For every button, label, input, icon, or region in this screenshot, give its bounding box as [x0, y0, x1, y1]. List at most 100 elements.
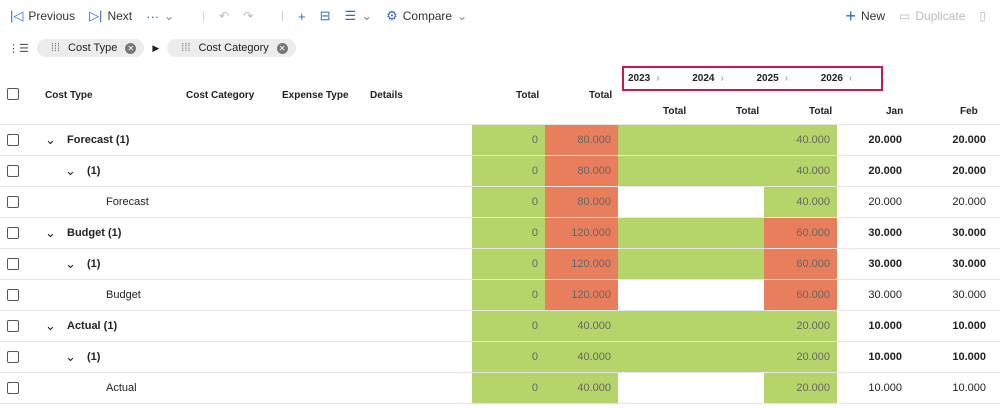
- value-cell[interactable]: 40.000: [764, 187, 838, 217]
- table-row[interactable]: ⌄ (1) 0 40.000 20.000 10.000 10.000: [0, 342, 1000, 373]
- value-cell[interactable]: 0: [472, 125, 546, 155]
- value-cell[interactable]: 120.000: [545, 249, 619, 279]
- header-total[interactable]: Total: [589, 90, 612, 101]
- more-button[interactable]: ··· ⌄: [146, 9, 174, 24]
- value-cell[interactable]: 20.000: [910, 125, 994, 155]
- table-row[interactable]: Forecast 0 80.000 40.000 20.000 20.000: [0, 187, 1000, 218]
- row-checkbox[interactable]: [7, 227, 19, 239]
- value-cell[interactable]: 10.000: [910, 373, 994, 403]
- value-cell[interactable]: 30.000: [910, 280, 994, 310]
- header-jan[interactable]: Jan: [886, 106, 903, 117]
- select-all-checkbox[interactable]: [7, 88, 19, 100]
- value-cell[interactable]: 20.000: [764, 373, 838, 403]
- header-total[interactable]: Total: [516, 90, 539, 101]
- table-row[interactable]: ⌄ Actual (1) 0 40.000 20.000 10.000 10.000: [0, 311, 1000, 342]
- redo-icon[interactable]: ↷: [243, 9, 253, 23]
- chevron-down-icon[interactable]: ⌄: [65, 342, 76, 372]
- value-cell[interactable]: [691, 280, 765, 310]
- undo-icon[interactable]: ↶: [219, 9, 229, 23]
- table-row[interactable]: ⌄ Budget (1) 0 120.000 60.000 30.000 30.000: [0, 218, 1000, 249]
- year-2025[interactable]: 2025 ›: [753, 73, 817, 84]
- table-row[interactable]: Budget 0 120.000 60.000 30.000 30.000: [0, 280, 1000, 311]
- value-cell[interactable]: 120.000: [545, 218, 619, 248]
- value-cell[interactable]: 0: [472, 249, 546, 279]
- row-checkbox[interactable]: [7, 289, 19, 301]
- value-cell[interactable]: [618, 187, 692, 217]
- year-2023[interactable]: 2023 ›: [624, 73, 688, 84]
- chevron-down-icon[interactable]: ⌄: [45, 125, 56, 155]
- value-cell[interactable]: [618, 311, 692, 341]
- value-cell[interactable]: 10.000: [837, 311, 910, 341]
- value-cell[interactable]: 60.000: [764, 280, 838, 310]
- table-row[interactable]: ⌄ Forecast (1) 0 80.000 40.000 20.000 20.000: [0, 125, 1000, 156]
- row-checkbox[interactable]: [7, 382, 19, 394]
- table-row[interactable]: Actual 0 40.000 20.000 10.000 10.000: [0, 373, 1000, 404]
- value-cell[interactable]: 0: [472, 311, 546, 341]
- value-cell[interactable]: [618, 342, 692, 372]
- new-button[interactable]: + New: [845, 6, 885, 27]
- value-cell[interactable]: 20.000: [910, 187, 994, 217]
- header-2023-total[interactable]: Total: [663, 106, 686, 117]
- value-cell[interactable]: 10.000: [837, 373, 910, 403]
- value-cell[interactable]: 60.000: [764, 249, 838, 279]
- value-cell[interactable]: 10.000: [910, 342, 994, 372]
- value-cell[interactable]: [691, 218, 765, 248]
- value-cell[interactable]: 80.000: [545, 156, 619, 186]
- value-cell[interactable]: 40.000: [545, 311, 619, 341]
- value-cell[interactable]: [618, 125, 692, 155]
- value-cell[interactable]: [691, 125, 765, 155]
- value-cell[interactable]: 80.000: [545, 187, 619, 217]
- delete-icon[interactable]: ▯: [979, 9, 986, 23]
- table-row[interactable]: ⌄ (1) 0 120.000 60.000 30.000 30.000: [0, 249, 1000, 280]
- value-cell[interactable]: 20.000: [764, 342, 838, 372]
- value-cell[interactable]: 20.000: [764, 311, 838, 341]
- value-cell[interactable]: 40.000: [764, 125, 838, 155]
- value-cell[interactable]: 0: [472, 280, 546, 310]
- row-checkbox[interactable]: [7, 320, 19, 332]
- row-checkbox[interactable]: [7, 196, 19, 208]
- value-cell[interactable]: 30.000: [837, 249, 910, 279]
- value-cell[interactable]: 0: [472, 373, 546, 403]
- chip-cost-category[interactable]: ⁞⁞⁞ Cost Category ✕: [167, 39, 296, 57]
- remove-icon[interactable]: ✕: [276, 42, 288, 54]
- value-cell[interactable]: [618, 280, 692, 310]
- value-cell[interactable]: 10.000: [837, 342, 910, 372]
- duplicate-button[interactable]: ▭ Duplicate: [899, 9, 965, 23]
- collapse-icon[interactable]: ⊟: [320, 8, 331, 24]
- value-cell[interactable]: [691, 249, 765, 279]
- value-cell[interactable]: 30.000: [910, 249, 994, 279]
- value-cell[interactable]: 0: [472, 187, 546, 217]
- list-icon[interactable]: ☰ ⌄: [345, 8, 373, 24]
- value-cell[interactable]: 30.000: [837, 280, 910, 310]
- value-cell[interactable]: [618, 373, 692, 403]
- chevron-down-icon[interactable]: ⌄: [45, 218, 56, 248]
- value-cell[interactable]: 40.000: [545, 373, 619, 403]
- value-cell[interactable]: 20.000: [910, 156, 994, 186]
- header-2025-total[interactable]: Total: [809, 106, 832, 117]
- header-cost-type[interactable]: Cost Type: [45, 90, 93, 101]
- chevron-down-icon[interactable]: ⌄: [65, 156, 76, 186]
- table-row[interactable]: ⌄ (1) 0 80.000 40.000 20.000 20.000: [0, 156, 1000, 187]
- value-cell[interactable]: [618, 156, 692, 186]
- value-cell[interactable]: [618, 249, 692, 279]
- header-cost-category[interactable]: Cost Category: [186, 90, 254, 101]
- next-button[interactable]: ▷| Next: [89, 8, 132, 24]
- value-cell[interactable]: 40.000: [545, 342, 619, 372]
- header-2024-total[interactable]: Total: [736, 106, 759, 117]
- previous-button[interactable]: |◁ Previous: [10, 8, 75, 24]
- value-cell[interactable]: 10.000: [910, 311, 994, 341]
- value-cell[interactable]: 0: [472, 218, 546, 248]
- value-cell[interactable]: [691, 311, 765, 341]
- remove-icon[interactable]: ✕: [125, 42, 137, 54]
- value-cell[interactable]: 20.000: [837, 187, 910, 217]
- year-2026[interactable]: 2026 ‹: [817, 73, 881, 84]
- value-cell[interactable]: 120.000: [545, 280, 619, 310]
- chevron-down-icon[interactable]: ⌄: [65, 249, 76, 279]
- value-cell[interactable]: 30.000: [837, 218, 910, 248]
- value-cell[interactable]: 20.000: [837, 125, 910, 155]
- value-cell[interactable]: [691, 342, 765, 372]
- value-cell[interactable]: 0: [472, 342, 546, 372]
- row-checkbox[interactable]: [7, 351, 19, 363]
- value-cell[interactable]: 0: [472, 156, 546, 186]
- row-checkbox[interactable]: [7, 165, 19, 177]
